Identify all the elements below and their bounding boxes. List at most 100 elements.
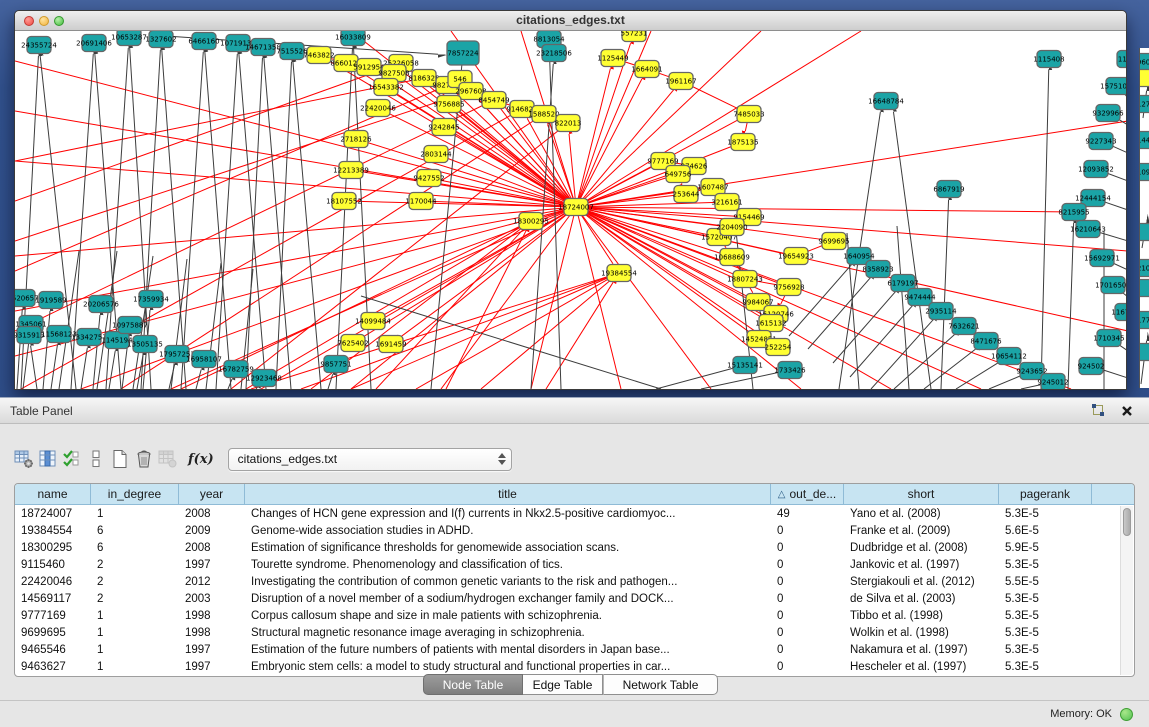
graph-node[interactable]: 2204090 [716, 219, 747, 236]
graph-node[interactable]: 18807243 [727, 271, 763, 288]
graph-node[interactable]: 649756 [665, 166, 692, 183]
graph-node[interactable]: 19654923 [778, 248, 814, 265]
graph-node[interactable]: 11173 [1117, 51, 1126, 68]
graph-node[interactable]: 9245012 [1037, 374, 1068, 390]
graph-node[interactable] [1140, 224, 1149, 241]
table-options-button[interactable] [12, 446, 36, 472]
graph-node[interactable]: 9242845 [428, 119, 459, 136]
graph-node[interactable]: 6466160 [188, 33, 219, 50]
graph-node[interactable]: 16033809 [335, 31, 371, 46]
graph-node[interactable]: 9329966 [1092, 105, 1124, 122]
graph-node[interactable]: 8358923 [862, 261, 893, 278]
table-selector-dropdown[interactable]: citations_edges.txt [228, 448, 512, 471]
table-row[interactable]: 977716911998Corpus callosum shape and si… [15, 607, 1120, 624]
graph-node[interactable]: 12213389 [333, 162, 369, 179]
new-column-button[interactable] [108, 446, 132, 472]
graph-node[interactable]: 1961167 [665, 73, 696, 90]
graph-node[interactable]: 8471676 [970, 333, 1002, 350]
table-row[interactable]: 946362711997Embryonic stem cells: a mode… [15, 658, 1120, 675]
graph-node[interactable]: 9756885 [433, 96, 464, 113]
graph-node[interactable]: 9227343 [1085, 133, 1116, 150]
graph-node[interactable]: 10958 [1140, 164, 1149, 181]
function-builder-button[interactable]: f(x) [188, 452, 214, 467]
graph-node[interactable]: 1327602 [145, 31, 176, 48]
table-row[interactable]: 1830029562008Estimation of significance … [15, 539, 1120, 556]
graph-node[interactable]: 15751074 [1100, 78, 1126, 95]
graph-node[interactable]: 1125449 [597, 50, 628, 67]
graph-node[interactable]: 10653287 [111, 31, 147, 46]
column-header-short[interactable]: short [844, 484, 999, 504]
graph-node[interactable]: 1875135 [727, 134, 758, 151]
table-row[interactable]: 1872400712008Changes of HCN gene express… [15, 505, 1120, 522]
graph-node[interactable]: 23218506 [536, 45, 572, 62]
graph-node[interactable]: 15135141 [727, 357, 763, 374]
graph-node[interactable]: 2803144 [420, 146, 452, 163]
graph-node[interactable]: 19384554 [601, 265, 637, 282]
table-row[interactable]: 911546021997Tourette syndrome. Phenomeno… [15, 556, 1120, 573]
graph-node[interactable]: 252254 [765, 339, 792, 356]
graph-node[interactable]: 9315913 [15, 327, 45, 344]
graph-node[interactable]: 1691459 [375, 336, 406, 353]
graph-node[interactable]: 1167533 [1111, 304, 1126, 321]
zoom-window-button[interactable] [54, 16, 64, 26]
close-window-button[interactable] [24, 16, 34, 26]
graph-node[interactable]: 17016504 [1095, 277, 1126, 294]
delete-column-button[interactable] [132, 446, 156, 472]
graph-node[interactable]: 7515526 [276, 43, 308, 60]
column-header-in-degree[interactable]: in_degree [91, 484, 179, 504]
graph-node[interactable]: 253644 [673, 186, 700, 203]
float-panel-button[interactable] [1088, 401, 1108, 421]
graph-node[interactable]: 18107552 [326, 193, 362, 210]
tab-edge-table[interactable]: Edge Table [523, 674, 603, 695]
table-row[interactable]: 1938455462009Genome-wide association stu… [15, 522, 1120, 539]
column-visibility-button[interactable] [36, 446, 60, 472]
memory-status-icon[interactable] [1120, 708, 1133, 721]
table-row[interactable]: 2242004622012Investigating the contribut… [15, 573, 1120, 590]
graph-node[interactable]: 1664091 [631, 61, 662, 78]
graph-node[interactable]: 16210643 [1070, 221, 1106, 238]
graph-node[interactable]: 12744 [1140, 96, 1149, 113]
graph-node[interactable]: 20691406 [76, 35, 112, 52]
graph-node[interactable]: 24355724 [21, 37, 57, 54]
graph-node[interactable]: 9756928 [773, 279, 804, 296]
column-header-out-degree[interactable]: △ out_de... [771, 484, 844, 504]
column-header-year[interactable]: year [179, 484, 245, 504]
graph-node[interactable]: 12093852 [1078, 161, 1114, 178]
graph-window-titlebar[interactable]: citations_edges.txt [15, 11, 1126, 31]
graph-node[interactable]: 9857751 [320, 356, 351, 373]
graph-node[interactable]: 9427552 [413, 170, 444, 187]
graph-node[interactable]: 6867919 [933, 181, 964, 198]
graph-node[interactable]: 9699695 [818, 233, 849, 250]
minimize-window-button[interactable] [39, 16, 49, 26]
graph-node[interactable]: 96021 [1140, 54, 1149, 71]
table-vertical-scrollbar[interactable] [1120, 506, 1133, 675]
column-header-title[interactable]: title [245, 484, 771, 504]
graph-node[interactable] [1140, 70, 1149, 87]
graph-node[interactable]: 1170044 [405, 193, 437, 210]
graph-node[interactable]: 10688609 [714, 249, 750, 266]
graph-node[interactable]: 16648784 [868, 93, 904, 110]
graph-node[interactable]: 1710345 [1093, 330, 1124, 347]
select-rows-button[interactable] [60, 446, 84, 472]
table-row[interactable]: 946554611997Estimation of the future num… [15, 641, 1120, 658]
graph-node[interactable]: 2935114 [925, 303, 957, 320]
table-row[interactable]: 1456911722003Disruption of a novel membe… [15, 590, 1120, 607]
graph-node[interactable]: 2718126 [340, 131, 372, 148]
graph-node[interactable]: 8215955 [1058, 204, 1089, 221]
graph-node[interactable]: 8454749 [478, 92, 509, 109]
close-panel-button[interactable] [1117, 401, 1137, 421]
column-header-name[interactable]: name [15, 484, 91, 504]
tab-node-table[interactable]: Node Table [423, 674, 523, 695]
graph-node[interactable]: 1919589 [35, 292, 66, 309]
graph-node[interactable]: 1733426 [774, 362, 806, 379]
graph-node[interactable]: 3216161 [711, 194, 742, 211]
graph-node[interactable]: 17359934 [133, 291, 169, 308]
graph-node[interactable]: 1615132 [755, 315, 786, 332]
graph-node[interactable] [1140, 344, 1149, 361]
tab-network-table[interactable]: Network Table [603, 674, 718, 695]
row-height-button[interactable] [84, 446, 108, 472]
graph-node[interactable]: 14099484 [355, 313, 391, 330]
network-view-canvas[interactable]: 1872400774638228660128591295425226058982… [15, 31, 1126, 389]
graph-node[interactable]: 7857224 [447, 41, 479, 65]
graph-node[interactable]: 822013 [555, 115, 582, 132]
